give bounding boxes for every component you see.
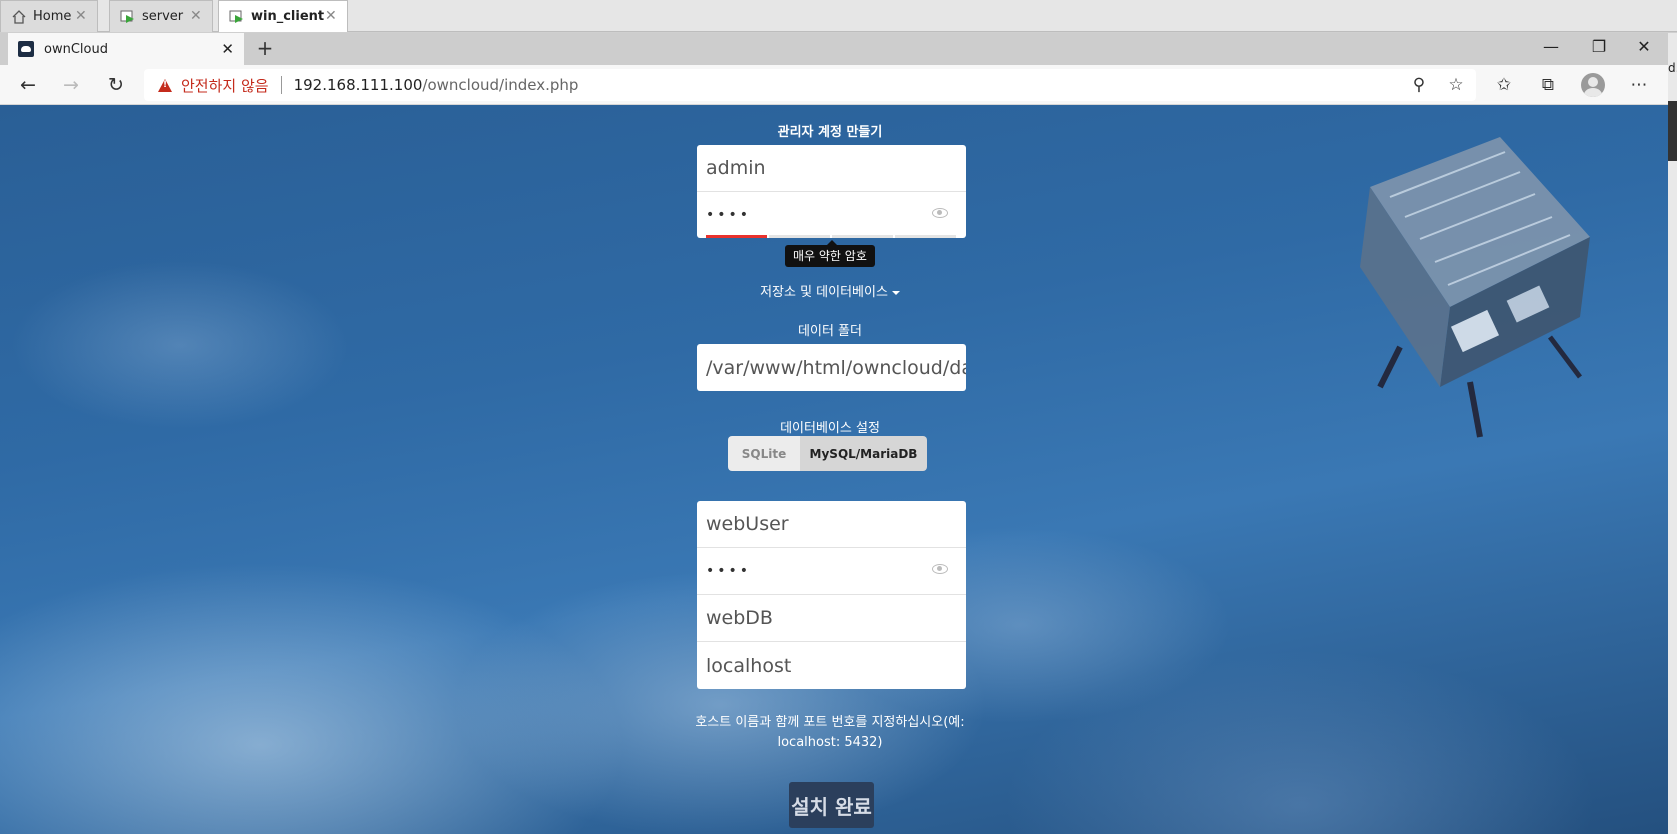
strength-segment (769, 235, 830, 238)
show-password-eye-icon[interactable] (932, 564, 948, 574)
host-port-hint: 호스트 이름과 함께 포트 번호를 지정하십시오(예: localhost: 5… (680, 713, 980, 753)
host-hint-line: 호스트 이름과 함께 포트 번호를 지정하십시오(예: (695, 715, 965, 730)
vm-tab-win-client[interactable]: win_client ✕ (218, 0, 348, 32)
url-path: /owncloud/index.php (422, 76, 579, 94)
address-toolbar: ← → ↻ 안전하지 않음 192.168.111.100/owncloud/i… (0, 65, 1668, 105)
background-window-bar (1668, 101, 1677, 161)
owncloud-favicon-icon (18, 41, 34, 57)
finish-setup-button[interactable]: 설치 완료 (789, 782, 874, 828)
admin-account-heading: 관리자 계정 만들기 (777, 125, 883, 140)
not-secure-indicator[interactable]: 안전하지 않음 (158, 75, 269, 96)
vm-tab-label: win_client (251, 9, 325, 24)
admin-username-field[interactable]: admin (697, 145, 966, 192)
admin-credentials-group: admin •••• (697, 145, 966, 238)
vm-icon (120, 9, 136, 25)
host-hint-line: localhost: 5432) (777, 735, 883, 750)
window-close-icon[interactable]: ✕ (1632, 37, 1656, 56)
browser-tab-bar: ownCloud ✕ + — ❐ ✕ (0, 33, 1668, 65)
minimize-icon[interactable]: — (1539, 37, 1563, 56)
background-window-text: d. (1668, 61, 1677, 75)
browser-tab-owncloud[interactable]: ownCloud ✕ (8, 33, 244, 65)
admin-username-value: admin (706, 157, 766, 179)
db-host-field[interactable]: localhost (697, 642, 966, 689)
close-icon[interactable]: ✕ (325, 9, 339, 23)
data-folder-group: /var/www/html/owncloud/da (697, 344, 966, 391)
database-credentials-group: webUser •••• webDB localhost (697, 501, 966, 689)
storage-database-toggle-label: 저장소 및 데이터베이스 (760, 285, 888, 300)
database-type-toggle: SQLite MySQL/MariaDB (728, 436, 927, 471)
address-bar[interactable]: 안전하지 않음 192.168.111.100/owncloud/index.p… (144, 69, 1476, 101)
profile-avatar-icon[interactable] (1581, 73, 1605, 97)
url-host: 192.168.111.100 (293, 76, 423, 94)
more-menu-icon[interactable]: ⋯ (1628, 75, 1650, 95)
admin-password-field[interactable]: •••• (697, 192, 966, 238)
vm-tab-home[interactable]: Home ✕ (0, 0, 98, 32)
admin-password-value: •••• (706, 207, 752, 223)
vm-tab-strip: Home ✕ server ✕ win_client ✕ (0, 0, 1677, 32)
collections-icon[interactable]: ⧉ (1537, 75, 1559, 95)
db-name-field[interactable]: webDB (697, 595, 966, 642)
restore-icon[interactable]: ❐ (1587, 37, 1611, 56)
back-icon[interactable]: ← (16, 74, 40, 96)
db-user-value: webUser (706, 513, 789, 535)
zoom-key-icon[interactable]: ⚲ (1408, 75, 1430, 95)
strength-segment (706, 235, 767, 238)
db-option-mysql[interactable]: MySQL/MariaDB (800, 436, 927, 471)
data-folder-label: 데이터 폴더 (798, 324, 862, 339)
close-icon[interactable]: ✕ (190, 9, 204, 23)
storage-database-toggle[interactable]: 저장소 및 데이터베이스 (680, 281, 980, 300)
password-strength-tooltip: 매우 약한 암호 (785, 240, 875, 267)
database-settings-label: 데이터베이스 설정 (780, 421, 880, 436)
home-icon (11, 9, 27, 25)
favorites-list-icon[interactable]: ✩ (1493, 75, 1515, 95)
divider (280, 76, 282, 94)
favorite-star-icon[interactable]: ☆ (1445, 75, 1467, 95)
vm-tab-server[interactable]: server ✕ (109, 0, 213, 32)
close-icon[interactable]: ✕ (221, 40, 234, 58)
password-strength-meter (706, 235, 956, 238)
data-folder-value: /var/www/html/owncloud/da (706, 356, 966, 379)
db-name-value: webDB (706, 607, 773, 629)
browser-tab-title: ownCloud (44, 41, 108, 57)
security-warning-text: 안전하지 않음 (181, 76, 269, 95)
new-tab-button[interactable]: + (254, 38, 276, 58)
db-password-value: •••• (706, 563, 752, 579)
caret-down-icon (891, 290, 900, 295)
db-password-field[interactable]: •••• (697, 548, 966, 595)
db-user-field[interactable]: webUser (697, 501, 966, 548)
forward-icon[interactable]: → (59, 74, 83, 96)
close-icon[interactable]: ✕ (75, 9, 89, 23)
db-option-sqlite[interactable]: SQLite (728, 436, 800, 471)
strength-segment (832, 235, 893, 238)
vm-tab-label: Home (33, 9, 72, 24)
vm-icon (229, 9, 245, 25)
vm-tab-label: server (142, 9, 184, 24)
satellite-image (1360, 137, 1590, 438)
background-window-edge: d. (1668, 33, 1677, 834)
show-password-eye-icon[interactable] (932, 208, 948, 218)
data-folder-input[interactable]: /var/www/html/owncloud/da (697, 344, 966, 391)
refresh-icon[interactable]: ↻ (104, 74, 128, 96)
strength-segment (895, 235, 956, 238)
db-host-value: localhost (706, 654, 792, 677)
warning-icon (158, 78, 172, 92)
